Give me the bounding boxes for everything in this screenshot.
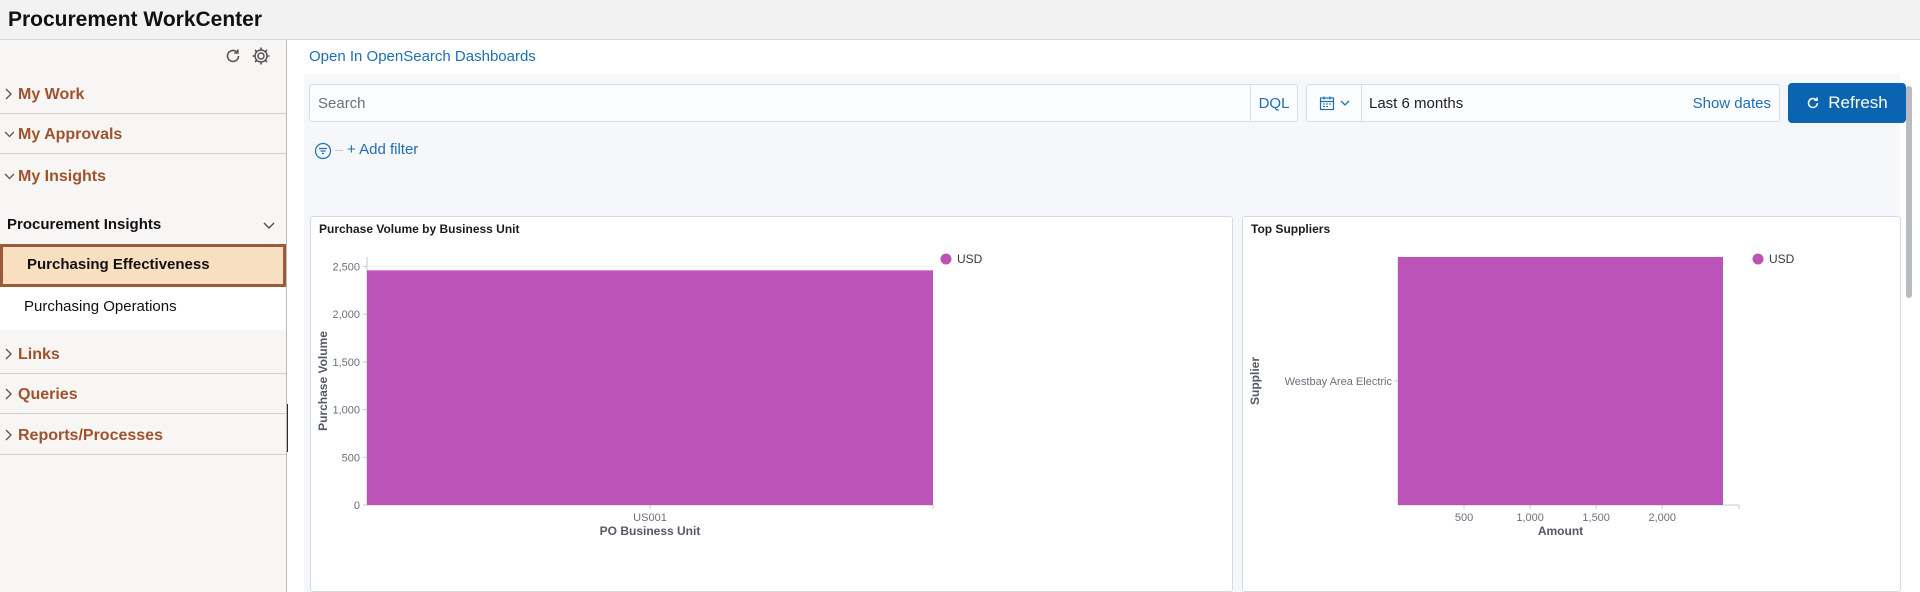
bar: [367, 270, 933, 505]
section-label: Queries: [18, 386, 78, 403]
show-dates-link[interactable]: Show dates: [1693, 95, 1771, 112]
sidebar: My Work My Approvals My Insights Procure…: [0, 40, 287, 592]
refresh-label: Refresh: [1828, 93, 1888, 112]
procurement-insights-title[interactable]: Procurement Insights: [7, 216, 161, 233]
y-axis-label: Purchase Volume: [316, 331, 330, 431]
y-tick-label: 2,500: [332, 262, 360, 274]
chevron-down-icon[interactable]: [262, 220, 276, 232]
y-tick-label: 500: [342, 452, 360, 464]
y-tick-label: 1,500: [332, 357, 360, 369]
nav-item-label: Purchasing Effectiveness: [27, 256, 210, 273]
x-axis-label: Amount: [1538, 524, 1583, 538]
app-header: Procurement WorkCenter: [0, 0, 1920, 40]
legend-label: USD: [957, 252, 983, 266]
scrollbar[interactable]: [1904, 76, 1914, 592]
chevron-down-icon: [4, 173, 14, 180]
x-tick-label: 500: [1455, 512, 1473, 524]
legend-label: USD: [1769, 252, 1795, 266]
panel-top-suppliers: Top Suppliers 500 1,000 1,500 2,000 Westbay …: [1242, 216, 1901, 592]
gear-icon[interactable]: [250, 45, 272, 67]
top-suppliers-chart: 500 1,000 1,500 2,000 Westbay Area Electric A…: [1248, 252, 1795, 538]
section-my-approvals[interactable]: My Approvals: [0, 114, 286, 154]
section-links[interactable]: Links: [0, 334, 286, 374]
date-quick-menu-button[interactable]: [1307, 85, 1362, 121]
nav-item-purchasing-operations[interactable]: Purchasing Operations: [0, 287, 286, 330]
y-tick-label: 2,000: [332, 309, 360, 321]
legend-marker: [940, 253, 952, 265]
date-range-text[interactable]: Last 6 months: [1369, 95, 1463, 112]
y-axis-label: Supplier: [1248, 357, 1262, 405]
section-reports-processes[interactable]: Reports/Processes: [0, 415, 286, 455]
nav-item-label: Purchasing Operations: [24, 298, 177, 315]
section-my-work[interactable]: My Work: [0, 74, 286, 114]
chevron-right-icon: [5, 88, 12, 100]
add-filter-link[interactable]: + Add filter: [347, 141, 418, 158]
filter-icon[interactable]: [314, 142, 332, 160]
section-label: Reports/Processes: [18, 427, 163, 444]
legend-marker: [1752, 253, 1764, 265]
refresh-button[interactable]: Refresh: [1788, 83, 1906, 123]
search-bar: DQL: [309, 84, 1298, 122]
refresh-icon[interactable]: [222, 45, 244, 67]
x-tick-label: 1,500: [1582, 512, 1610, 524]
query-language-button[interactable]: DQL: [1250, 85, 1297, 121]
date-picker: Last 6 months Show dates: [1306, 84, 1780, 122]
nav-item-purchasing-effectiveness[interactable]: Purchasing Effectiveness: [0, 244, 286, 287]
chevron-right-icon: [5, 388, 12, 400]
chevron-right-icon: [5, 348, 12, 360]
section-my-insights[interactable]: My Insights: [0, 156, 286, 196]
section-label: My Work: [18, 86, 85, 103]
refresh-icon: [1807, 97, 1819, 109]
dashboard: DQL Last 6 months Show dates Refresh + A…: [304, 74, 1906, 592]
section-queries[interactable]: Queries: [0, 374, 286, 414]
purchase-volume-chart: 0 500 1,000 1,500 2,000 2,500 US001PO Business…: [316, 252, 983, 538]
scroll-thumb[interactable]: [1906, 86, 1912, 298]
x-tick-label: 2,000: [1648, 512, 1676, 524]
x-tick-label: US001: [633, 512, 667, 524]
chevron-down-icon: [4, 131, 14, 138]
chevron-down-icon: [1340, 100, 1349, 106]
filter-divider: [335, 150, 343, 151]
panel-purchase-volume: Purchase Volume by Business Unit 0 500 1,0…: [310, 216, 1233, 592]
app-title: Procurement WorkCenter: [8, 8, 263, 31]
x-tick-label: 1,000: [1516, 512, 1544, 524]
y-tick-label: Westbay Area Electric: [1285, 376, 1393, 388]
y-tick-label: 1,000: [332, 405, 360, 417]
x-axis-label: PO Business Unit: [600, 524, 701, 538]
chevron-right-icon: [5, 429, 12, 441]
calendar-icon: [1319, 96, 1334, 111]
search-input[interactable]: [310, 85, 1245, 121]
section-label: Links: [18, 346, 60, 363]
main-content: Open In OpenSearch Dashboards DQL Last 6…: [288, 40, 1920, 592]
section-label: My Approvals: [18, 126, 123, 143]
bar: [1398, 257, 1723, 505]
y-tick-label: 0: [354, 500, 360, 512]
chart-title: Top Suppliers: [1251, 222, 1331, 236]
chart-title: Purchase Volume by Business Unit: [319, 222, 520, 236]
open-in-opensearch-link[interactable]: Open In OpenSearch Dashboards: [309, 48, 536, 65]
section-label: My Insights: [18, 168, 107, 185]
